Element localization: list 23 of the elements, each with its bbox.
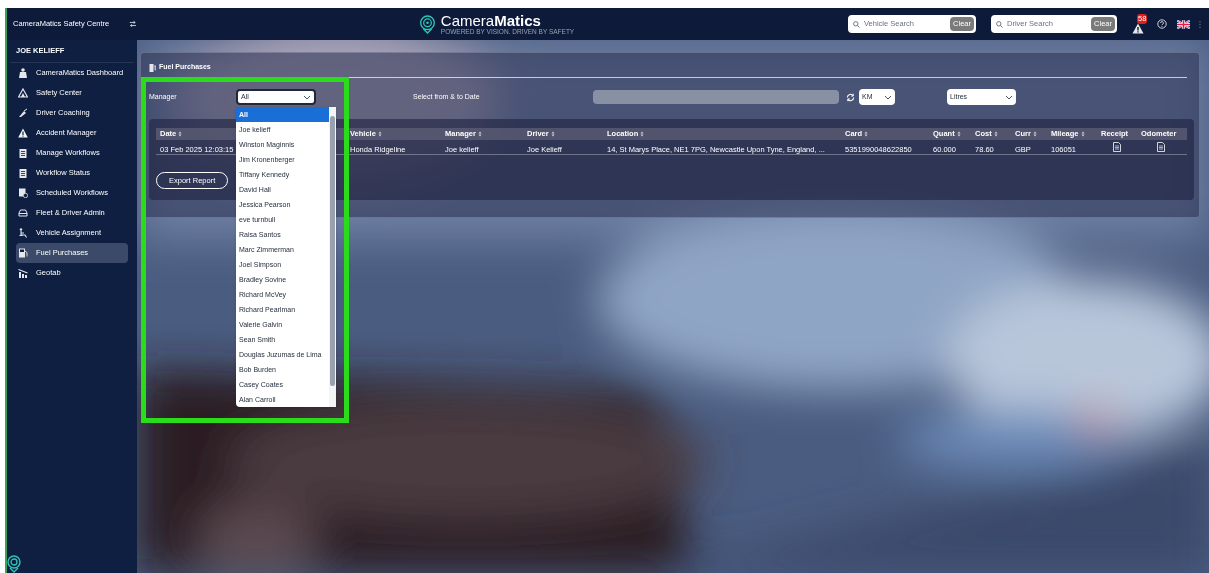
warning-icon [1132, 23, 1144, 34]
swap-icon [129, 20, 137, 28]
brush-icon [18, 108, 28, 118]
date-range-field[interactable] [593, 90, 839, 104]
help-icon [1157, 19, 1167, 29]
clipboard-icon [18, 168, 28, 178]
search-icon [853, 20, 860, 28]
warning-triangle-icon [18, 88, 28, 98]
clipboard-icon [18, 148, 28, 158]
car-icon [18, 208, 28, 218]
person-icon [18, 68, 28, 78]
chevron-down-icon [303, 94, 311, 100]
uk-flag-icon [1177, 19, 1190, 29]
chevron-down-icon [1005, 94, 1013, 100]
bar-chart-icon [18, 268, 28, 278]
chevron-down-icon [884, 94, 892, 100]
search-icon [996, 20, 1003, 28]
refresh-icon [846, 92, 855, 102]
logo-icon [7, 555, 21, 573]
warning-icon [18, 128, 28, 138]
logo-text: CameraMatics [440, 12, 542, 28]
logo-icon [418, 14, 436, 34]
scrollbar[interactable] [329, 107, 336, 407]
